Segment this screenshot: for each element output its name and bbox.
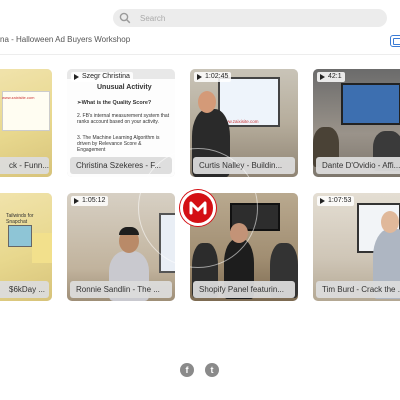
video-duration: 1:05:12 <box>71 196 109 206</box>
twitter-icon[interactable]: t <box>205 363 219 377</box>
slide-question: ➢What is the Quality Score? <box>77 100 152 106</box>
video-tag: Szegr Christina <box>71 72 133 82</box>
video-card[interactable]: 1:07:53 Tim Burd - Crack the ... <box>313 193 400 301</box>
header-divider <box>0 54 400 55</box>
video-card[interactable]: 42:1 Dante D'Ovidio - Affi... <box>313 69 400 177</box>
video-title[interactable]: Tim Burd - Crack the ... <box>316 281 400 298</box>
watermark: www.zaixisite.com <box>2 95 35 100</box>
slide-heading: Tailwinds for Snapchat <box>6 213 34 225</box>
speaker-head <box>198 91 216 113</box>
video-duration: 1:07:53 <box>317 196 355 206</box>
play-icon <box>320 74 325 80</box>
search-input[interactable]: Search <box>140 14 165 23</box>
screen-icon[interactable] <box>390 35 400 47</box>
search-bar[interactable]: Search <box>113 9 387 27</box>
page-title: na - Halloween Ad Buyers Workshop <box>0 35 131 44</box>
video-title[interactable]: ck - Funn... <box>0 157 49 174</box>
video-title[interactable]: $6kDay ... <box>0 281 49 298</box>
mega-logo-icon[interactable] <box>180 190 216 226</box>
play-icon <box>320 198 325 204</box>
facebook-icon[interactable]: f <box>180 363 194 377</box>
play-icon <box>74 198 79 204</box>
video-duration: 42:1 <box>317 72 345 82</box>
slide-point: 2. FB's internal measurement system that… <box>77 113 170 125</box>
video-title[interactable]: Shopify Panel featurin... <box>193 281 295 298</box>
video-duration: 1:02:45 <box>194 72 232 82</box>
video-title[interactable]: Ronnie Sandlin - The ... <box>70 281 172 298</box>
tv-screen <box>341 83 400 125</box>
speaker-head <box>381 211 399 233</box>
video-card[interactable]: www.zaixisite.com ck - Funn... <box>0 69 52 177</box>
slide-title: Unusual Activity <box>97 84 152 91</box>
page: Search na - Halloween Ad Buyers Workshop… <box>0 0 400 400</box>
play-icon <box>197 74 202 80</box>
play-icon <box>74 74 79 80</box>
logo-m-glyph <box>189 201 207 215</box>
search-icon <box>119 12 131 24</box>
video-card[interactable]: Tailwinds for Snapchat $6kDay ... <box>0 193 52 301</box>
slide-point: 3. The Machine Learning Algorithm is dri… <box>77 135 160 153</box>
video-title[interactable]: Dante D'Ovidio - Affi... <box>316 157 400 174</box>
